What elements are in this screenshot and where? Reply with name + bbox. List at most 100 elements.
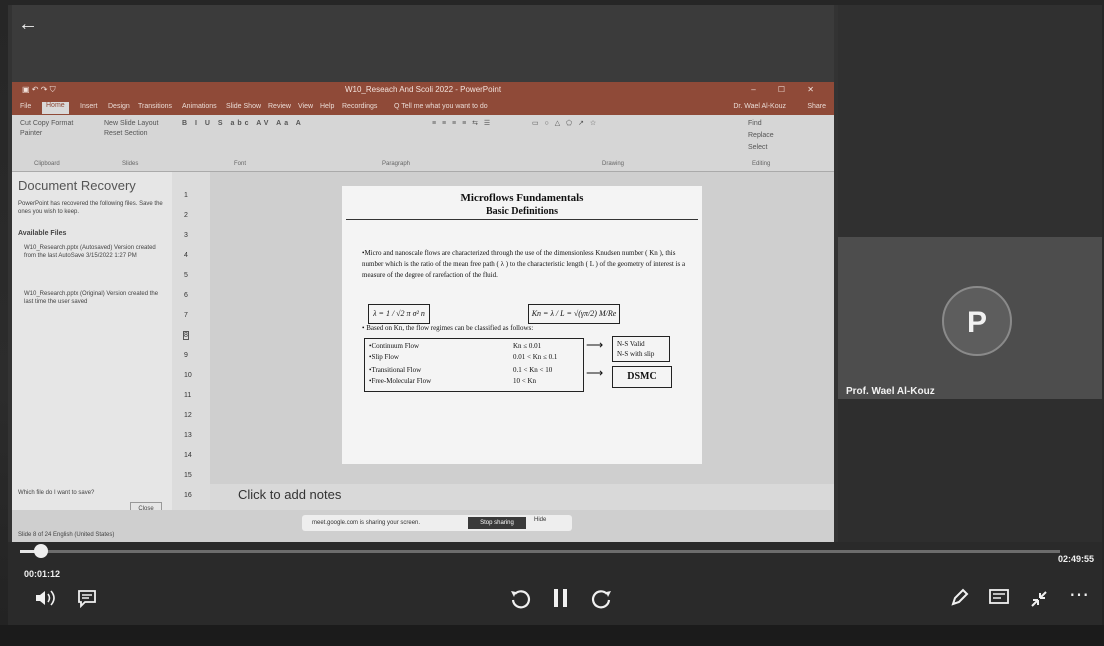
slide-number[interactable]: 13 xyxy=(184,432,192,439)
regime-row: •Free-Molecular Flow 10 < Kn xyxy=(369,377,579,385)
title-divider xyxy=(346,219,698,220)
tell-me-search[interactable]: Q Tell me what you want to do xyxy=(394,103,488,110)
arrow-icon: ⟶ xyxy=(586,366,604,380)
font-controls[interactable]: B I U S abc AV Aa A xyxy=(182,119,304,129)
avatar: P xyxy=(942,286,1012,356)
regime-row: •Continuum Flow Kn ≤ 0.01 xyxy=(369,342,579,350)
regime-name: •Continuum Flow xyxy=(369,342,420,350)
tab-transitions[interactable]: Transitions xyxy=(138,103,172,110)
regime-range: 0.1 < Kn < 10 xyxy=(513,366,553,374)
more-icon[interactable]: ⋯ xyxy=(1066,584,1092,606)
available-files-label: Available Files xyxy=(18,230,67,237)
seek-handle[interactable] xyxy=(33,544,48,558)
replace-button[interactable]: Replace xyxy=(748,131,774,141)
select-button[interactable]: Select xyxy=(748,143,767,153)
share-button[interactable]: Share xyxy=(807,103,826,110)
pause-icon[interactable] xyxy=(548,586,574,615)
slide-thumbnails: 1 2 3 4 5 6 7 8 9 10 11 12 13 14 15 16 xyxy=(172,172,210,510)
slide-canvas[interactable]: Microflows Fundamentals Basic Definition… xyxy=(342,186,702,464)
tab-file[interactable]: File xyxy=(20,103,31,110)
slide-number[interactable]: 1 xyxy=(184,192,188,199)
ns-valid-label: N-S Valid xyxy=(617,340,645,348)
back-arrow-icon[interactable]: ← xyxy=(18,14,38,34)
slide-number[interactable]: 3 xyxy=(184,232,188,239)
clipboard-group[interactable]: Cut Copy Format Painter xyxy=(20,119,80,139)
window-controls[interactable]: – ☐ ✕ xyxy=(751,85,824,94)
tab-insert[interactable]: Insert xyxy=(80,103,98,110)
tab-design[interactable]: Design xyxy=(108,103,130,110)
volume-icon[interactable] xyxy=(32,588,58,613)
dsmc-box: DSMC xyxy=(612,366,672,388)
tab-home[interactable]: Home xyxy=(42,102,69,114)
paragraph-controls[interactable]: ≡ ≡ ≡ ≡ ⇆ ☰ xyxy=(432,119,492,129)
font-label: Font xyxy=(234,161,247,167)
equation-mean-free-path: λ = 1 / √2 π σ² n xyxy=(368,304,430,324)
slide-number[interactable]: 10 xyxy=(184,372,192,379)
total-time: 02:49:55 xyxy=(1058,554,1095,564)
drawing-label: Drawing xyxy=(602,161,625,167)
arrow-icon: ⟶ xyxy=(586,338,604,352)
status-text: Slide 8 of 24 English (United States) xyxy=(18,532,115,538)
find-button[interactable]: Find xyxy=(748,119,762,129)
tab-animations[interactable]: Animations xyxy=(182,103,217,110)
progress-track[interactable] xyxy=(20,550,1060,553)
tab-slide-show[interactable]: Slide Show xyxy=(226,103,261,110)
title-bar: ▣ ↶ ↷ ⛉ W10_Reseach And Scoli 2022 - Pow… xyxy=(12,82,834,101)
slide-number[interactable]: 9 xyxy=(184,352,188,359)
forward-10-icon[interactable] xyxy=(588,588,614,615)
which-file-link[interactable]: Which file do I want to save? xyxy=(18,490,94,496)
regime-row: •Transitional Flow 0.1 < Kn < 10 xyxy=(369,366,579,374)
ribbon: Cut Copy Format Painter New Slide Layout… xyxy=(12,115,834,172)
slide-number[interactable]: 2 xyxy=(184,212,188,219)
recovery-file-2[interactable]: W10_Research.pptx (Original) Version cre… xyxy=(24,290,164,306)
slide-number[interactable]: 4 xyxy=(184,252,188,259)
regime-intro: • Based on Kn, the flow regimes can be c… xyxy=(362,324,534,332)
regime-name: •Transitional Flow xyxy=(369,366,422,374)
slides-group[interactable]: New Slide Layout Reset Section xyxy=(104,119,164,139)
document-recovery-pane: Document Recovery PowerPoint has recover… xyxy=(12,172,172,516)
participant-name: Prof. Wael Al-Kouz xyxy=(846,386,935,397)
slide-number[interactable]: 12 xyxy=(184,412,192,419)
regime-row: •Slip Flow 0.01 < Kn ≤ 0.1 xyxy=(369,353,579,361)
participant-tile-empty xyxy=(838,5,1102,237)
slide-number[interactable]: 11 xyxy=(184,392,191,399)
regime-range: Kn ≤ 0.01 xyxy=(513,342,542,350)
slide-number[interactable]: 14 xyxy=(184,452,192,459)
recovery-file-1[interactable]: W10_Research.pptx (Autosaved) Version cr… xyxy=(24,244,164,260)
pencil-icon[interactable] xyxy=(946,588,972,613)
slide-body-text: •Micro and nanoscale flows are character… xyxy=(362,249,686,279)
sharing-banner: meet.google.com is sharing your screen. xyxy=(302,515,572,531)
tab-review[interactable]: Review xyxy=(268,103,291,110)
fullscreen-exit-icon[interactable] xyxy=(1026,588,1052,615)
user-name: Dr. Wael Al-Kouz xyxy=(733,103,786,110)
slides-icon[interactable] xyxy=(986,588,1012,611)
equation-knudsen: Kn = λ / L = √(γπ/2) M/Re xyxy=(528,304,620,324)
tab-help[interactable]: Help xyxy=(320,103,334,110)
notes-placeholder[interactable]: Click to add notes xyxy=(238,487,341,502)
tab-view[interactable]: View xyxy=(298,103,313,110)
captions-icon[interactable] xyxy=(74,588,100,613)
slide-number[interactable]: 6 xyxy=(184,292,188,299)
ns-result-box: N-S Valid N-S with slip xyxy=(612,336,670,362)
powerpoint-window: ▣ ↶ ↷ ⛉ W10_Reseach And Scoli 2022 - Pow… xyxy=(12,82,834,542)
hide-button[interactable]: Hide xyxy=(534,517,546,523)
slides-label: Slides xyxy=(122,161,139,167)
photo-bottom-edge xyxy=(0,625,1104,646)
regime-range: 10 < Kn xyxy=(513,377,537,385)
stop-sharing-button[interactable]: Stop sharing xyxy=(468,517,526,529)
slide-number[interactable]: 7 xyxy=(184,312,188,319)
regime-range: 0.01 < Kn ≤ 0.1 xyxy=(513,353,558,361)
slide-number[interactable]: 15 xyxy=(184,472,192,479)
ribbon-tabs: File Home Insert Design Transitions Anim… xyxy=(12,101,834,115)
slide-number-active[interactable]: 8 xyxy=(183,331,189,340)
slide-number[interactable]: 5 xyxy=(184,272,188,279)
paragraph-label: Paragraph xyxy=(382,161,411,167)
slide-title: Microflows Fundamentals xyxy=(460,192,584,204)
sharing-text: meet.google.com is sharing your screen. xyxy=(312,520,421,526)
rewind-10-icon[interactable] xyxy=(508,588,534,615)
current-time: 00:01:12 xyxy=(24,569,61,579)
tab-recordings[interactable]: Recordings xyxy=(342,103,377,110)
drawing-shapes[interactable]: ▭ ○ △ ⬠ ↗ ☆ xyxy=(532,119,598,129)
participant-tile-empty xyxy=(838,399,1102,542)
slide-number[interactable]: 16 xyxy=(184,492,192,499)
